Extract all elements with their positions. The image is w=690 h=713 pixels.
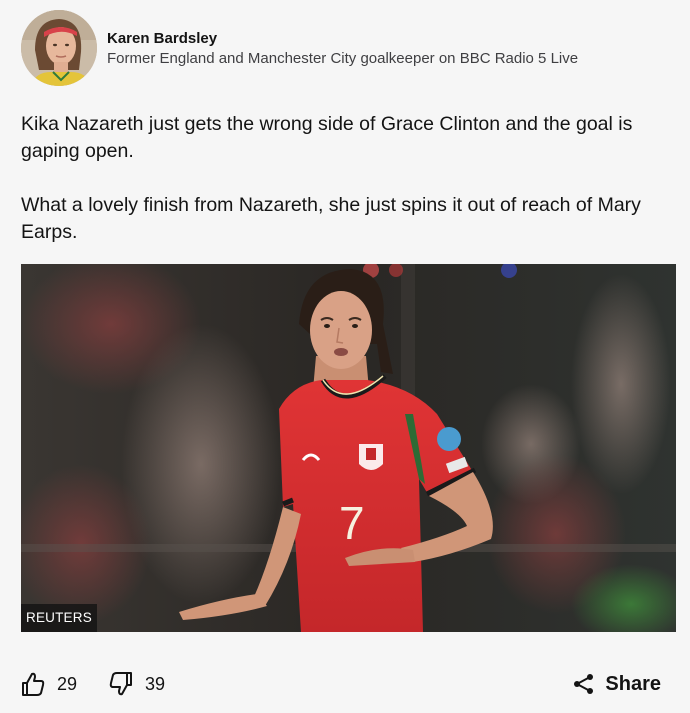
post-paragraph: What a lovely finish from Nazareth, she … (21, 194, 641, 243)
live-post-card: Karen Bardsley Former England and Manche… (0, 0, 690, 713)
dislike-count: 39 (145, 673, 166, 694)
avatar-image (21, 10, 97, 86)
dislike-button[interactable]: 39 (109, 667, 165, 701)
shirt-number: 7 (339, 497, 365, 549)
like-count: 29 (57, 673, 78, 694)
photo-credit: REUTERS (21, 604, 97, 632)
player-photo-illustration: 7 (21, 264, 676, 632)
author-avatar (21, 10, 97, 86)
share-label: Share (605, 672, 661, 695)
share-button[interactable]: Share (573, 667, 661, 701)
post-footer: 29 39 Share (21, 667, 671, 701)
share-icon (574, 674, 594, 694)
post-paragraph: Kika Nazareth just gets the wrong side o… (21, 113, 633, 162)
post-body: Kika Nazareth just gets the wrong side o… (21, 111, 671, 246)
author-header: Karen Bardsley Former England and Manche… (21, 10, 578, 86)
author-role: Former England and Manchester City goalk… (107, 50, 579, 67)
thumbs-down-icon (109, 672, 132, 696)
thumbs-up-icon (22, 672, 45, 696)
post-photo: 7 REUTERS (21, 264, 676, 632)
author-name: Karen Bardsley (107, 30, 218, 47)
author-meta: Karen Bardsley Former England and Manche… (107, 30, 578, 69)
like-button[interactable]: 29 (21, 667, 77, 701)
